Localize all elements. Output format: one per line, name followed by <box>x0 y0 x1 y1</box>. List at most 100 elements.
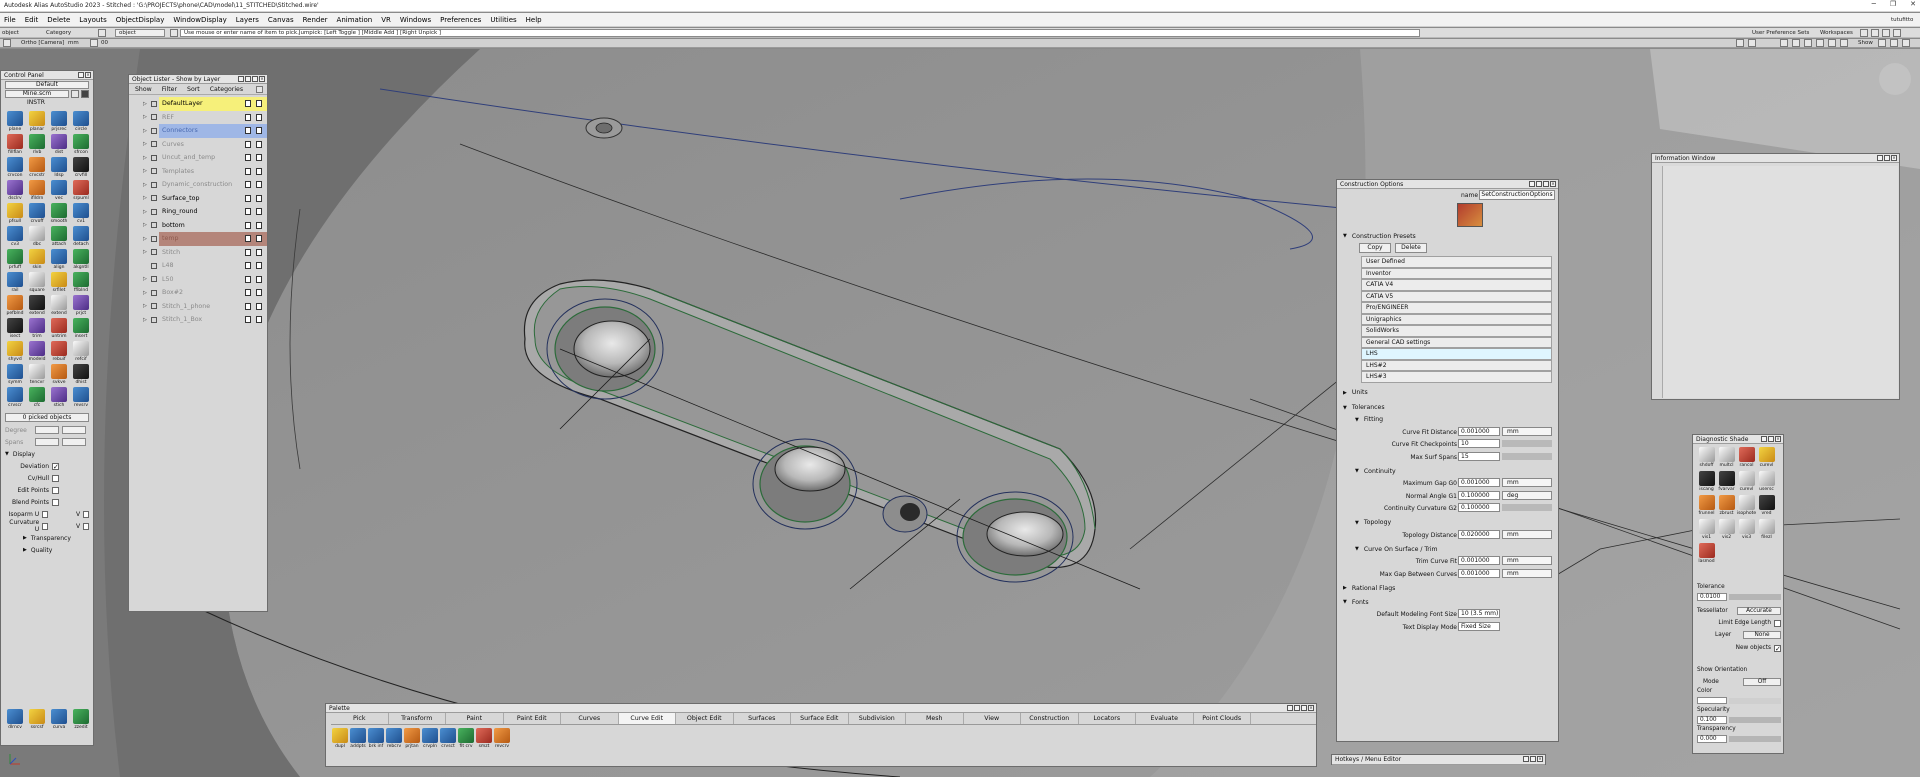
layer-state-icon[interactable] <box>245 140 251 148</box>
color-slider[interactable] <box>1729 697 1781 704</box>
unit-select[interactable]: deg <box>1502 490 1552 500</box>
layout-icon[interactable] <box>1871 29 1879 37</box>
layer-state-icon[interactable] <box>245 167 251 175</box>
expand-triangle-icon[interactable]: ▷ <box>143 128 147 134</box>
palette-tab-surfaces[interactable]: Surfaces <box>734 713 791 724</box>
layer-mode-icon[interactable] <box>256 248 262 256</box>
float-icon[interactable] <box>78 72 84 78</box>
collapse-triangle-icon[interactable]: ▼ <box>1355 546 1359 552</box>
layer-visibility-box[interactable] <box>151 195 157 202</box>
tool-fillflan[interactable]: fillflan <box>5 134 25 155</box>
expand-triangle-icon[interactable]: ▷ <box>143 155 147 161</box>
tool-detach[interactable]: detach <box>71 226 91 247</box>
option-value-field[interactable]: 10 <box>1458 439 1500 448</box>
dock-icon[interactable] <box>245 76 251 82</box>
float-icon[interactable] <box>1529 181 1535 187</box>
layer-visibility-box[interactable] <box>151 276 157 283</box>
option-value-field[interactable]: 0.001000 <box>1458 556 1500 565</box>
menu-windowdisplay[interactable]: WindowDisplay <box>173 16 226 24</box>
layer-state-icon[interactable] <box>245 113 251 121</box>
view-cube-icon[interactable] <box>1879 63 1911 95</box>
tool-extend[interactable]: extend <box>49 295 69 316</box>
layer-mode-icon[interactable] <box>256 154 262 162</box>
palette-tab-curve-edit[interactable]: Curve Edit <box>618 713 676 724</box>
view-tool-icon[interactable] <box>1780 39 1788 47</box>
transparency-field[interactable]: 0.000 <box>1697 734 1727 743</box>
display-option-checkbox[interactable]: ✓ <box>52 462 59 470</box>
close-icon[interactable]: × <box>259 76 265 82</box>
expand-triangle-icon[interactable]: ▷ <box>143 317 147 323</box>
float-icon[interactable] <box>1877 155 1883 161</box>
layer-state-icon[interactable] <box>245 302 251 310</box>
tool-iflldrn[interactable]: iflldrn <box>27 180 47 201</box>
layer-row[interactable]: ▷ Stitch_1_Box <box>129 313 267 327</box>
minimize-icon[interactable]: ─ <box>1872 0 1876 8</box>
tool-cfc[interactable]: cfc <box>27 387 47 408</box>
tool-insert[interactable]: insert <box>71 318 91 339</box>
tool-filezl[interactable]: filezl <box>1757 519 1776 540</box>
tolerances-section[interactable]: ▼ Tolerances <box>1337 402 1558 414</box>
collapse-triangle-icon[interactable]: ▼ <box>1343 233 1347 239</box>
transparency-section[interactable]: ▶ Transparency <box>1 532 93 544</box>
unit-select[interactable]: mm <box>1502 478 1552 487</box>
copy-button[interactable]: Copy <box>1359 243 1391 253</box>
option-slider[interactable] <box>1502 440 1552 447</box>
view-tool-icon[interactable] <box>1816 39 1824 47</box>
tool-fvarvar[interactable]: fvarvar <box>1717 471 1736 492</box>
workspaces-menu[interactable]: Workspaces <box>1820 30 1853 36</box>
preset-item[interactable]: General CAD settings <box>1361 336 1552 348</box>
layer-state-icon[interactable] <box>245 275 251 283</box>
palette-tab-pick[interactable]: Pick <box>331 713 389 724</box>
expand-triangle-icon[interactable]: ▷ <box>143 276 147 282</box>
layer-row[interactable]: ▷ Surface_top <box>129 192 267 206</box>
layer-visibility-box[interactable] <box>151 141 157 148</box>
tool-shyvd[interactable]: shyvd <box>5 341 25 362</box>
collapse-triangle-icon[interactable]: ▼ <box>1343 599 1347 605</box>
view-tool-icon[interactable] <box>1736 39 1744 47</box>
specularity-field[interactable]: 0.100 <box>1697 715 1727 724</box>
expand-triangle-icon[interactable]: ▷ <box>143 101 147 107</box>
unit-select[interactable]: mm <box>1502 568 1552 578</box>
tool-usersc[interactable]: usersc <box>1757 471 1776 492</box>
layer-row[interactable]: ▷ Dynamic_construction <box>129 178 267 192</box>
degree-field-v[interactable] <box>62 426 86 434</box>
menu-windows[interactable]: Windows <box>400 16 431 24</box>
tool-crvfill[interactable]: crvfill <box>71 157 91 178</box>
layer-mode-icon[interactable] <box>256 262 262 270</box>
collapse-triangle-icon[interactable]: ▼ <box>1343 405 1347 411</box>
tool-ldsp[interactable]: ldsp <box>49 157 69 178</box>
view-tool-icon[interactable] <box>1840 39 1848 47</box>
layer-state-icon[interactable] <box>245 289 251 297</box>
menu-file[interactable]: File <box>4 16 16 24</box>
display-option-checkbox[interactable] <box>42 522 49 530</box>
tool-dist[interactable]: dist <box>49 134 69 155</box>
menu-help[interactable]: Help <box>526 16 542 24</box>
palette-tab-paint-edit[interactable]: Paint Edit <box>504 713 561 724</box>
tool-plane[interactable]: plane <box>5 111 25 132</box>
tool-planar[interactable]: planar <box>27 111 47 132</box>
tool-rebcrv[interactable]: rebcrv <box>386 728 402 749</box>
expand-triangle-icon[interactable]: ▷ <box>143 195 147 201</box>
expand-triangle-icon[interactable]: ▷ <box>143 114 147 120</box>
tool-vec[interactable]: vec <box>49 180 69 201</box>
preset-item[interactable]: LHS <box>1361 348 1552 360</box>
display-option-v-checkbox[interactable] <box>83 522 89 530</box>
close-icon[interactable]: × <box>1891 155 1897 161</box>
layer-state-icon[interactable] <box>245 221 251 229</box>
expand-triangle-icon[interactable]: ▷ <box>143 303 147 309</box>
palette-tab-object-edit[interactable]: Object Edit <box>676 713 734 724</box>
option-value-field[interactable]: 10 (3.5 mm) <box>1458 609 1500 618</box>
expand-triangle-icon[interactable]: ▷ <box>143 249 147 255</box>
menu-preferences[interactable]: Preferences <box>440 16 481 24</box>
layer-visibility-box[interactable] <box>151 303 157 310</box>
tool-multcl[interactable]: multcl <box>1717 447 1736 468</box>
tool-isect[interactable]: isect <box>5 318 25 339</box>
layer-row[interactable]: ▷ Connectors <box>143 124 267 138</box>
expand-triangle-icon[interactable]: ▷ <box>143 290 147 296</box>
menu-vr[interactable]: VR <box>381 16 391 24</box>
palette-tab-construction[interactable]: Construction <box>1021 713 1079 724</box>
display-option-checkbox[interactable] <box>52 474 59 482</box>
float-icon[interactable] <box>1761 436 1767 442</box>
menu-icon[interactable] <box>1543 181 1549 187</box>
tool-symm[interactable]: symm <box>5 364 25 385</box>
